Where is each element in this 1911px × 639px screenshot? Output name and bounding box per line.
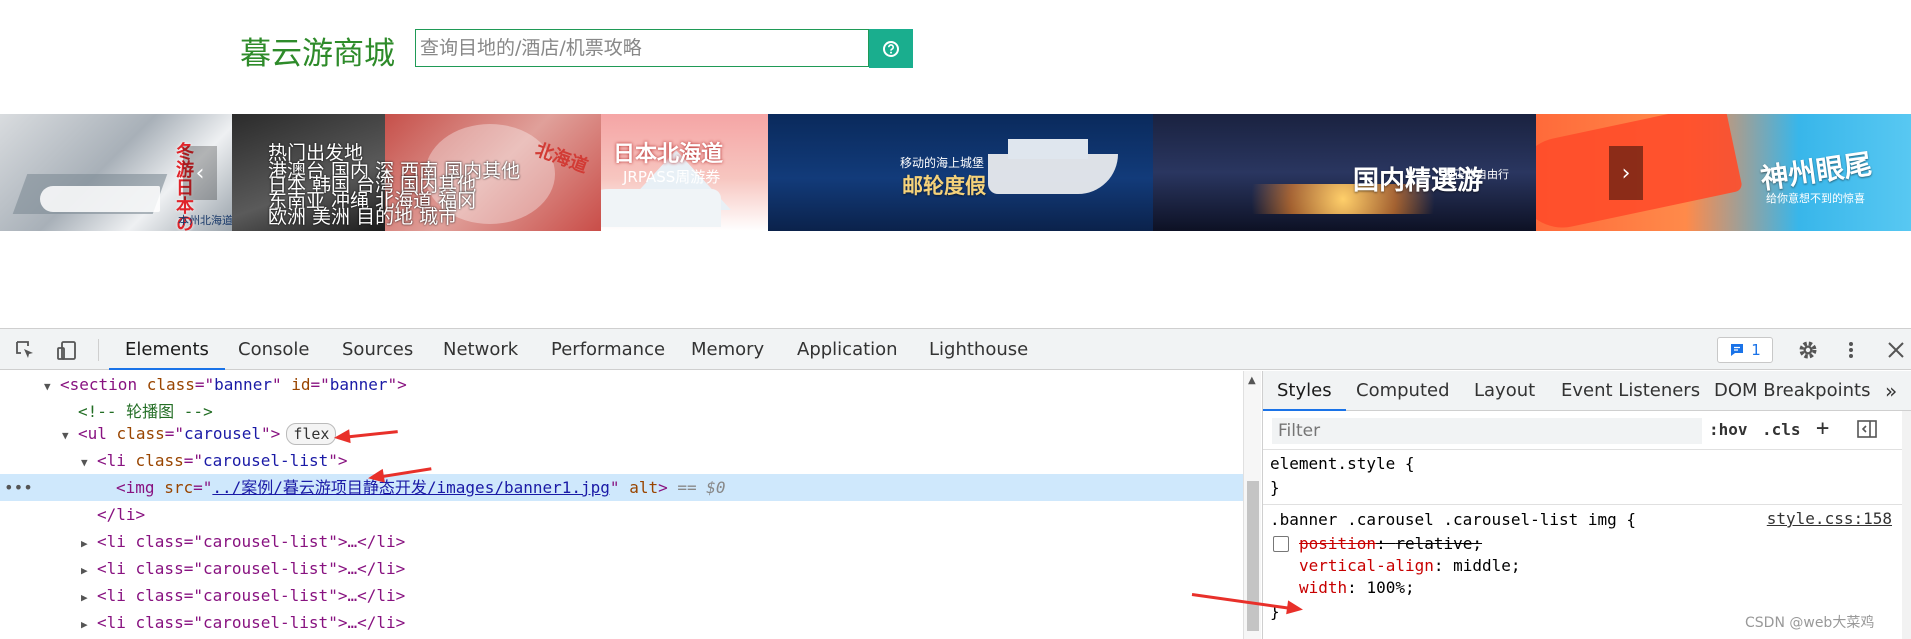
- dom-node-li-collapsed[interactable]: ▶ <li class="carousel-list">…</li>: [81, 582, 405, 609]
- style-source-link[interactable]: style.css:158: [1767, 509, 1892, 528]
- tab-memory[interactable]: Memory: [691, 329, 764, 370]
- collapsed-triangle-icon[interactable]: ▶: [81, 584, 97, 611]
- slide-subtitle: 给你意想不到的惊喜: [1766, 192, 1865, 205]
- tab-network[interactable]: Network: [443, 329, 518, 370]
- dom-node-section[interactable]: ▼ <section class="banner" id="banner">: [44, 371, 407, 398]
- device-toolbar-icon[interactable]: [54, 337, 80, 363]
- question-circle-icon: [883, 40, 899, 57]
- toggle-sidebar-icon[interactable]: [1856, 418, 1878, 444]
- carousel-slide[interactable]: 移动的海上城堡 邮轮度假: [768, 114, 1153, 231]
- styles-filter-input[interactable]: [1272, 418, 1702, 444]
- collapsed-triangle-icon[interactable]: ▶: [81, 557, 97, 584]
- dom-node-li-collapsed[interactable]: ▶ <li class="carousel-list">…</li>: [81, 555, 405, 582]
- close-icon[interactable]: [1883, 337, 1909, 363]
- site-logo[interactable]: 暮云游商城: [240, 28, 395, 73]
- element-style-rule[interactable]: element.style { }: [1263, 451, 1911, 503]
- flex-badge[interactable]: flex: [286, 423, 337, 445]
- carousel-next-button[interactable]: ›: [1609, 146, 1643, 200]
- slide-subtitle: 本州北海道: [178, 214, 232, 227]
- tab-application[interactable]: Application: [797, 329, 898, 370]
- devtools-tabbar: Elements Console Sources Network Perform…: [0, 329, 1911, 370]
- dom-node-ul[interactable]: ▼ <ul class="carousel"> flex: [62, 420, 337, 449]
- css-property-position[interactable]: position: relative;: [1299, 533, 1482, 555]
- more-dots-icon[interactable]: •••: [4, 474, 33, 501]
- carousel-slide[interactable]: 神州眼尾 给你意想不到的惊喜: [1536, 114, 1911, 231]
- cls-toggle[interactable]: .cls: [1762, 420, 1801, 439]
- more-options-icon[interactable]: [1838, 337, 1864, 363]
- styles-scrollbar[interactable]: [1902, 411, 1911, 639]
- inspect-element-icon[interactable]: [12, 337, 38, 363]
- issues-count: 1: [1751, 341, 1761, 359]
- filter-row: :hov .cls +: [1263, 412, 1911, 450]
- gear-icon[interactable]: [1795, 337, 1821, 363]
- chevron-right-icon: ›: [1621, 160, 1631, 186]
- slide-title: 日本北海道: [613, 142, 724, 167]
- tab-performance[interactable]: Performance: [551, 329, 665, 370]
- styles-tabbar: Styles Computed Layout Event Listeners D…: [1263, 371, 1911, 411]
- dom-node-li-collapsed[interactable]: ▶ <li class="carousel-list">…</li>: [81, 609, 405, 636]
- dom-node-li[interactable]: ▼ <li class="carousel-list">: [81, 447, 347, 474]
- departure-menu-overlay: 热门出发地 港澳台 国内 深 西南 国内其他 日本 韩国 台湾 国内其他 东南亚…: [268, 142, 520, 228]
- expand-triangle-icon[interactable]: ▼: [44, 373, 60, 400]
- search-input[interactable]: [415, 29, 869, 67]
- dom-tree: ▼ <section class="banner" id="banner"> <!…: [0, 371, 1243, 639]
- img-src-link[interactable]: ../案例/暮云游项目静态开发/images/banner1.jpg: [212, 478, 610, 497]
- tab-computed[interactable]: Computed: [1356, 371, 1450, 411]
- css-selector[interactable]: .banner .carousel .carousel-list img {: [1270, 509, 1636, 531]
- slide-subtitle: 移动的海上城堡: [900, 156, 985, 170]
- collapsed-triangle-icon[interactable]: ▶: [81, 611, 97, 638]
- tab-console[interactable]: Console: [238, 329, 309, 370]
- chevron-left-icon: ‹: [195, 160, 205, 186]
- property-checkbox[interactable]: [1273, 536, 1289, 552]
- tab-sources[interactable]: Sources: [342, 329, 413, 370]
- styles-pane: Styles Computed Layout Event Listeners D…: [1262, 371, 1911, 639]
- tab-elements[interactable]: Elements: [109, 329, 225, 370]
- css-property-width[interactable]: width: 100%;: [1299, 577, 1415, 599]
- hov-toggle[interactable]: :hov: [1709, 420, 1748, 439]
- carousel-slide[interactable]: 国内精選游 真正的自由行: [1153, 114, 1536, 231]
- issues-button[interactable]: 1: [1717, 337, 1773, 363]
- dom-node-li-collapsed[interactable]: ▶ <li class="carousel-list">…</li>: [81, 528, 405, 555]
- tab-event-listeners[interactable]: Event Listeners: [1561, 371, 1700, 411]
- expand-triangle-icon[interactable]: ▼: [81, 449, 97, 476]
- new-style-rule-icon[interactable]: +: [1816, 416, 1829, 441]
- slide-subtitle: JRPASS周游券: [623, 168, 721, 186]
- search-button[interactable]: [869, 29, 913, 68]
- tab-layout[interactable]: Layout: [1474, 371, 1535, 411]
- message-icon: [1731, 344, 1744, 356]
- dom-node-img-selected[interactable]: ••• <img src="../案例/暮云游项目静态开发/images/ban…: [0, 474, 1243, 501]
- overlay-line[interactable]: 欧洲 美洲 目的地 城市: [268, 206, 520, 228]
- watermark: CSDN @web大菜鸡: [1745, 615, 1875, 631]
- collapsed-triangle-icon[interactable]: ▶: [81, 530, 97, 557]
- tab-lighthouse[interactable]: Lighthouse: [929, 329, 1028, 370]
- carousel-slide[interactable]: 日本北海道 JRPASS周游券: [601, 114, 768, 231]
- tab-dom-breakpoints[interactable]: DOM Breakpoints: [1714, 371, 1870, 411]
- carousel-prev-button[interactable]: ‹: [183, 146, 217, 200]
- more-tabs-icon[interactable]: »: [1885, 371, 1897, 411]
- scroll-up-icon[interactable]: ▲: [1248, 375, 1256, 386]
- devtools-panel: Elements Console Sources Network Perform…: [0, 328, 1911, 639]
- scroll-thumb[interactable]: [1247, 481, 1259, 631]
- expand-triangle-icon[interactable]: ▼: [62, 422, 78, 449]
- tab-styles[interactable]: Styles: [1263, 371, 1346, 411]
- css-property-vertical-align[interactable]: vertical-align: middle;: [1299, 555, 1521, 577]
- dom-close-li[interactable]: </li>: [97, 501, 145, 528]
- slide-title: 邮轮度假: [902, 174, 986, 198]
- dom-scrollbar[interactable]: ▲: [1243, 371, 1261, 639]
- slide-subtitle: 真正的自由行: [1443, 168, 1509, 181]
